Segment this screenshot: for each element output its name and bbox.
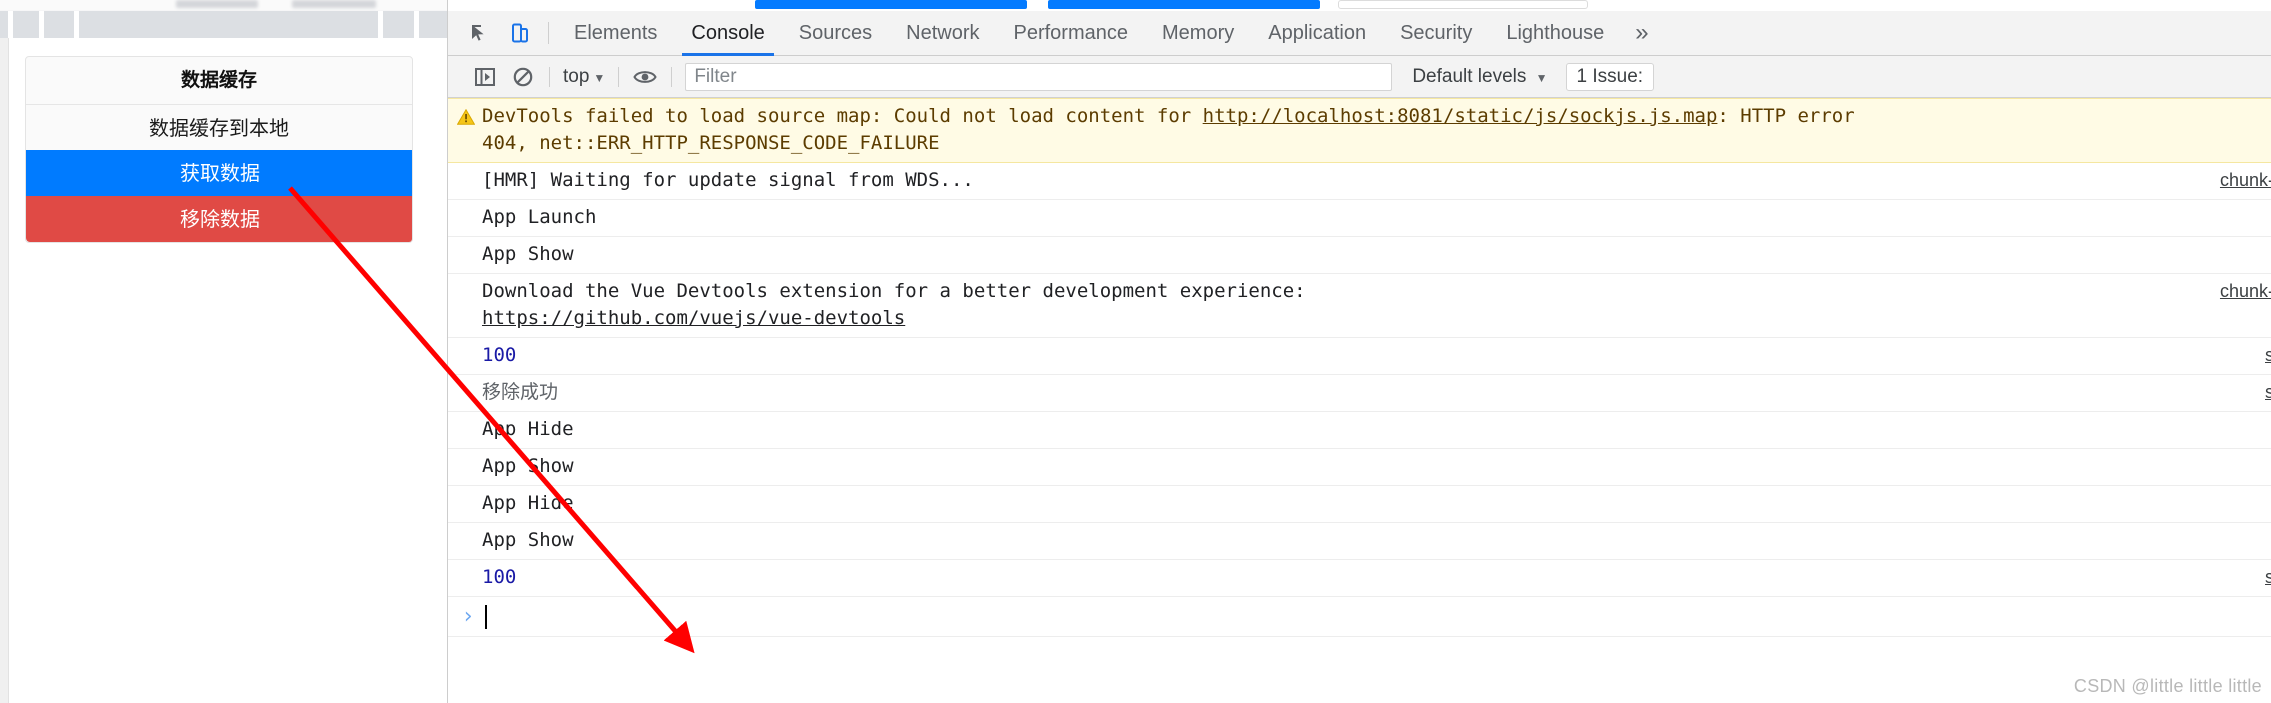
execution-context-label: top [563,65,590,87]
console-message-hmr: [HMR] Waiting for update signal from WDS… [482,169,974,191]
chrome-toolbar-blur [0,0,447,10]
chrome-blur-button-1 [176,0,258,8]
devtools-top-strip [448,0,2271,11]
console-row-app-show-2[interactable]: App Show [448,449,2271,486]
console-value-100-first: 100 [482,344,517,366]
console-message-remove-success: 移除成功 [482,381,559,403]
console-message-app-show-3: App Show [482,529,574,551]
list-item-cache-to-local[interactable]: 数据缓存到本地 [26,104,412,150]
console-value-100-second: 100 [482,566,517,588]
console-filter-input[interactable] [685,62,1393,91]
filterbar-divider-2 [618,66,620,87]
console-message-app-hide-1: App Hide [482,418,574,440]
console-row-app-show-1[interactable]: App Show [448,237,2271,274]
chevron-down-icon-levels: ▼ [1535,70,1548,85]
filterbar-divider-3 [671,66,673,87]
warning-text-after: : HTTP error [1717,105,1855,127]
warning-icon [456,106,476,125]
tab-security[interactable]: Security [1383,11,1489,56]
console-row-remove-success[interactable]: 移除成功 s [448,375,2271,412]
device-toolbar-icon[interactable] [500,11,540,56]
filterbar-divider-1 [549,66,550,87]
tab-network[interactable]: Network [889,11,996,56]
console-row-number-100-first[interactable]: 100 s [448,338,2271,375]
more-tabs-icon[interactable]: » [1621,13,1662,53]
console-row-app-show-3[interactable]: App Show [448,523,2271,560]
tab-lighthouse[interactable]: Lighthouse [1489,11,1621,56]
tab-console[interactable]: Console [674,11,781,56]
prompt-text-caret [485,604,487,629]
browser-chrome [0,0,447,38]
console-row-app-launch[interactable]: App Launch [448,200,2271,237]
execution-context-selector[interactable]: top ▼ [557,66,611,88]
chrome-strip-gap-1 [8,11,13,38]
console-message-app-show-1: App Show [482,243,574,265]
prompt-chevron-icon: › [461,604,475,629]
tab-sources[interactable]: Sources [782,11,889,56]
console-row-app-hide-1[interactable]: App Hide [448,412,2271,449]
console-row-app-hide-2[interactable]: App Hide [448,486,2271,523]
console-filter-bar: top▼ Default levels ▼ 1 Issue: [448,56,2271,98]
console-message-app-launch: App Launch [482,206,597,228]
console-sidebar-icon[interactable] [466,62,504,92]
warning-text-before: DevTools failed to load source map: Coul… [482,105,1203,127]
issues-badge[interactable]: 1 Issue: [1565,62,1655,91]
browser-page-pane: 数据缓存 数据缓存到本地 获取数据 移除数据 [0,0,447,703]
console-row-hmr[interactable]: [HMR] Waiting for update signal from WDS… [448,163,2271,200]
log-levels-dropdown[interactable]: Default levels ▼ [1412,66,1547,88]
page-blue-button-overflow-1 [755,0,1027,9]
fetch-data-button[interactable]: 获取数据 [26,150,412,196]
chevron-down-icon: ▼ [593,70,606,85]
vue-devtools-url-wrap: https://github.com/vuejs/vue-devtools [448,305,2271,332]
warning-text-line2: 404, net::ERR_HTTP_RESPONSE_CODE_FAILURE [482,132,940,154]
log-levels-label: Default levels [1412,65,1527,87]
page-white-button-overflow [1338,0,1588,9]
live-expression-icon[interactable] [626,62,664,92]
remove-data-button[interactable]: 移除数据 [26,196,412,242]
devtools-panel: Elements Console Sources Network Perform… [447,0,2271,703]
tab-elements[interactable]: Elements [557,11,674,56]
source-map-url-link[interactable]: http://localhost:8081/static/js/sockjs.j… [1203,105,1718,127]
console-row-vue-devtools[interactable]: Download the Vue Devtools extension for … [448,274,2271,338]
console-output: DevTools failed to load source map: Coul… [448,98,2271,703]
tabbar-divider [548,22,549,44]
chrome-blur-button-2 [292,0,376,8]
clear-console-icon[interactable] [504,62,542,92]
console-source-link-100-first[interactable]: s [2265,342,2271,369]
console-source-link-remove-success[interactable]: s [2265,379,2271,406]
console-source-link-100-second[interactable]: s [2265,564,2271,591]
page-blue-button-overflow-2 [1048,0,1320,9]
console-source-link-hmr[interactable]: chunk- [2220,167,2271,194]
chrome-strip-gap-4 [378,11,383,38]
tab-memory[interactable]: Memory [1145,11,1251,56]
page-title: 数据缓存 [180,69,257,91]
tab-application[interactable]: Application [1251,11,1383,56]
devtools-tab-bar: Elements Console Sources Network Perform… [448,11,2271,56]
chrome-strip-gap-2 [39,11,44,38]
chrome-strip-gap-3 [74,11,79,38]
console-row-warning[interactable]: DevTools failed to load source map: Coul… [448,98,2271,163]
console-message-app-show-2: App Show [482,455,574,477]
inspect-element-icon[interactable] [460,11,500,56]
page-content: 数据缓存 数据缓存到本地 获取数据 移除数据 [8,38,447,703]
warning-text: DevTools failed to load source map: Coul… [448,103,2271,130]
chrome-strip-gap-5 [414,11,419,38]
vue-devtools-url-link[interactable]: https://github.com/vuejs/vue-devtools [482,307,905,329]
data-cache-card: 数据缓存 数据缓存到本地 获取数据 移除数据 [25,56,413,243]
page-body: 数据缓存 数据缓存到本地 获取数据 移除数据 [0,38,447,703]
screenshot-root: 数据缓存 数据缓存到本地 获取数据 移除数据 Elements Console … [0,0,2271,703]
tab-performance[interactable]: Performance [997,11,1146,56]
console-message-vue-devtools: Download the Vue Devtools extension for … [482,280,1306,302]
console-row-number-100-second[interactable]: 100 s [448,560,2271,597]
console-prompt[interactable]: › [448,597,2271,637]
console-source-link-vue[interactable]: chunk- [2220,278,2271,305]
csdn-watermark: CSDN @little little little [2073,676,2262,696]
console-message-app-hide-2: App Hide [482,492,574,514]
